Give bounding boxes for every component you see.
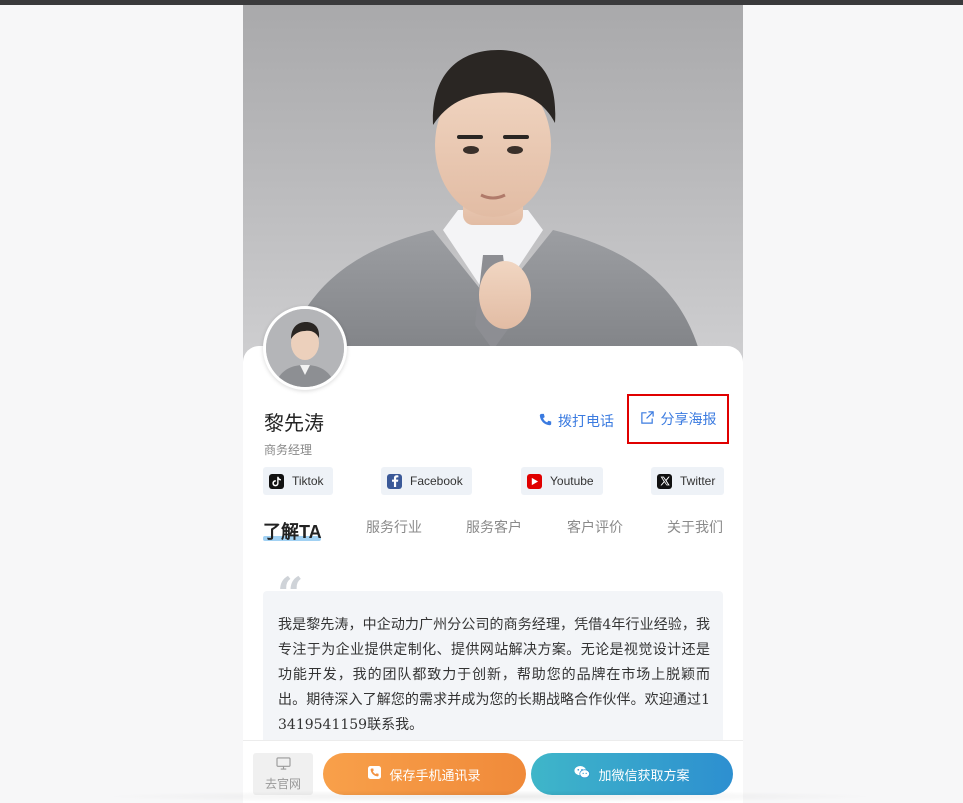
business-card-page: 黎先涛 商务经理 拨打电话 分享海报 Tiktok Facebook Youtu… — [243, 5, 743, 803]
call-label: 拨打电话 — [558, 413, 614, 429]
bio-text: 我是黎先涛，中企动力广州分公司的商务经理，凭借4年行业经验，我专注于为企业提供定… — [278, 617, 710, 733]
add-wechat-button[interactable]: 加微信获取方案 — [531, 753, 733, 795]
avatar — [263, 306, 347, 390]
save-contact-label: 保存手机通讯录 — [389, 768, 481, 784]
social-label: Facebook — [410, 474, 463, 488]
profile-name: 黎先涛 — [264, 411, 324, 435]
social-label: Youtube — [550, 474, 594, 488]
social-tiktok[interactable]: Tiktok — [263, 467, 333, 495]
call-button[interactable]: 拨打电话 — [539, 411, 614, 431]
page-shadow — [100, 790, 880, 803]
share-poster-button[interactable]: 分享海报 — [627, 394, 729, 444]
x-twitter-icon — [657, 473, 672, 489]
facebook-icon — [387, 473, 402, 489]
monitor-icon — [275, 756, 291, 773]
tab-client-reviews[interactable]: 客户评价 — [567, 517, 623, 537]
social-label: Tiktok — [292, 474, 324, 488]
social-label: Twitter — [680, 474, 716, 488]
save-contact-button[interactable]: 保存手机通讯录 — [323, 753, 526, 795]
social-facebook[interactable]: Facebook — [381, 467, 472, 495]
quote-mark-icon: “ — [277, 567, 304, 621]
tab-service-clients[interactable]: 服务客户 — [466, 517, 522, 537]
visit-website-label: 去官网 — [264, 776, 301, 791]
wechat-icon — [574, 765, 591, 783]
share-label: 分享海报 — [660, 411, 717, 427]
youtube-icon — [527, 473, 542, 489]
social-twitter[interactable]: Twitter — [651, 467, 725, 495]
phone-book-icon — [368, 765, 382, 783]
tab-about-us[interactable]: 关于我们 — [667, 517, 723, 537]
avatar-portrait — [266, 309, 344, 387]
social-youtube[interactable]: Youtube — [521, 467, 603, 495]
visit-website-button[interactable]: 去官网 — [253, 753, 313, 795]
external-link-icon — [640, 410, 655, 428]
profile-role: 商务经理 — [264, 443, 313, 457]
tiktok-icon — [269, 473, 284, 489]
tab-service-industry[interactable]: 服务行业 — [366, 517, 422, 537]
tab-about[interactable]: 了解TA — [263, 518, 322, 544]
add-wechat-label: 加微信获取方案 — [598, 768, 690, 784]
phone-icon — [539, 413, 552, 429]
